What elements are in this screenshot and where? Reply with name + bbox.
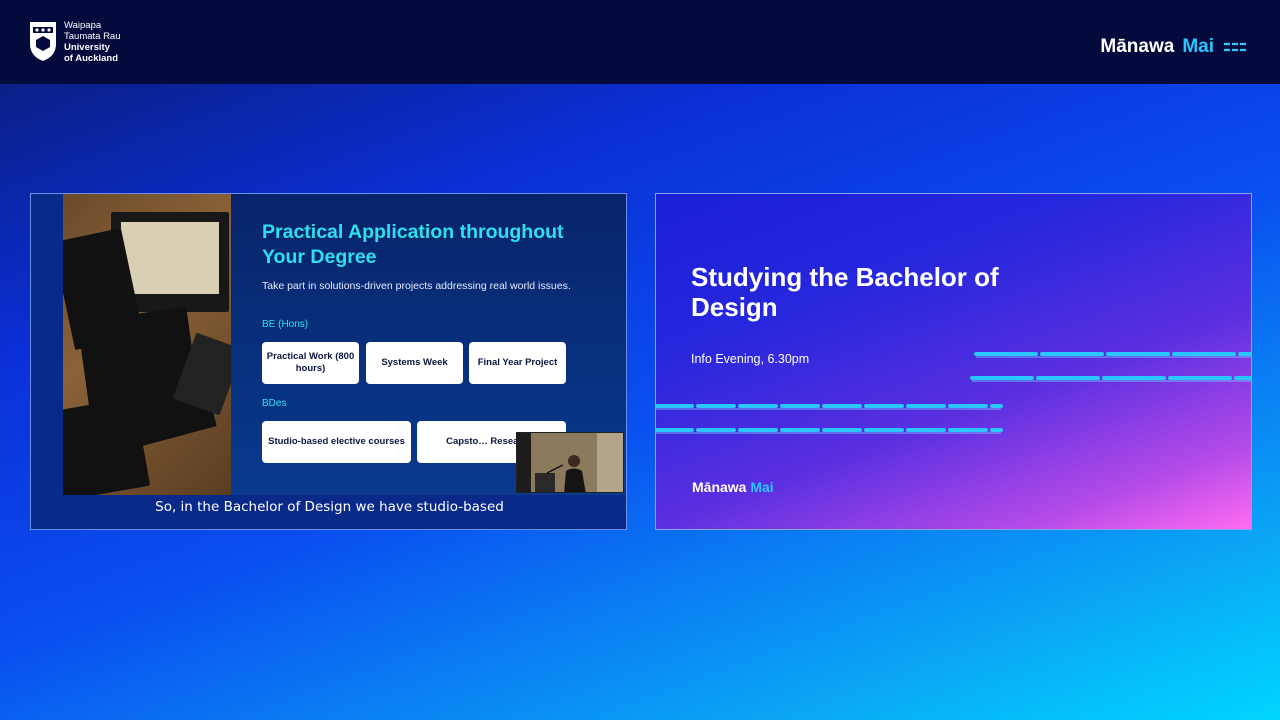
slide-subtitle: Take part in solutions-driven projects a… [262,280,571,292]
brand-word-2: Mai [1182,36,1214,57]
university-line: University [64,42,110,53]
title-slide-brand: Mānawa Mai [692,479,774,495]
brand-word-1: Mānawa [1100,36,1175,57]
presentation-slide-panel: Practical Application throughout Your De… [30,193,627,530]
title-slide-subtitle: Info Evening, 6.30pm [691,352,810,366]
waves-icon [1224,42,1248,52]
card-practical-work: Practical Work (800 hours) [262,342,359,384]
slide-content: Practical Application throughout Your De… [63,194,626,495]
brand-logo: Mānawa Mai [1100,36,1250,58]
section-label-be: BE (Hons) [262,319,309,330]
brand-word-2: Mai [750,479,774,495]
university-logo: Waipapa Taumata Rau University of Auckla… [28,20,121,64]
product-photo [63,194,231,495]
title-slide-panel: Studying the Bachelor of Design Info Eve… [655,193,1252,530]
card-studio-based: Studio-based elective courses [262,421,411,463]
university-line: Taumata Rau [64,31,121,42]
card-final-year-project: Final Year Project [469,342,566,384]
slide-title: Practical Application throughout Your De… [262,221,564,268]
title-slide-heading: Studying the Bachelor of Design [691,262,999,322]
speaker-figure-icon [517,433,623,492]
university-line: of Auckland [64,53,119,64]
card-systems-week: Systems Week [366,342,463,384]
speaker-video[interactable] [516,432,624,493]
crest-icon [30,22,56,61]
university-line: Waipapa [64,20,102,31]
live-caption: So, in the Bachelor of Design we have st… [155,499,504,515]
section-label-bdes: BDes [262,398,287,409]
top-bar: Waipapa Taumata Rau University of Auckla… [0,0,1280,84]
brand-word-1: Mānawa [692,479,747,495]
university-name: Waipapa Taumata Rau University of Auckla… [64,20,121,64]
